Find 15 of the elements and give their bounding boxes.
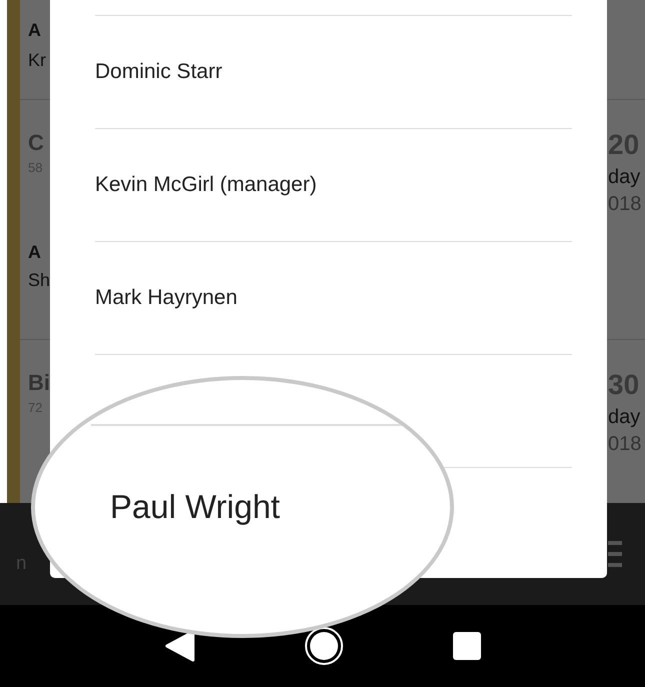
event-title: C	[28, 130, 44, 156]
recents-icon[interactable]	[452, 632, 480, 660]
contact-title: A	[28, 20, 41, 41]
date-weekday: day	[608, 406, 640, 429]
contact-subtitle: Sh	[28, 270, 50, 291]
home-icon[interactable]	[304, 626, 344, 666]
date-year: 018	[608, 193, 642, 216]
contact-title: A	[28, 242, 41, 263]
magnified-option[interactable]: Paul Wright	[110, 488, 280, 526]
dialog-option[interactable]: Dominic Starr	[95, 16, 572, 129]
date-year: 018	[608, 433, 642, 456]
dialog-option[interactable]: Mark Hayrynen	[95, 242, 572, 355]
date-weekday: day	[608, 166, 640, 189]
contact-subtitle: Kr	[28, 50, 46, 71]
dialog-option[interactable]: Kevin McGirl (manager)	[95, 129, 572, 242]
